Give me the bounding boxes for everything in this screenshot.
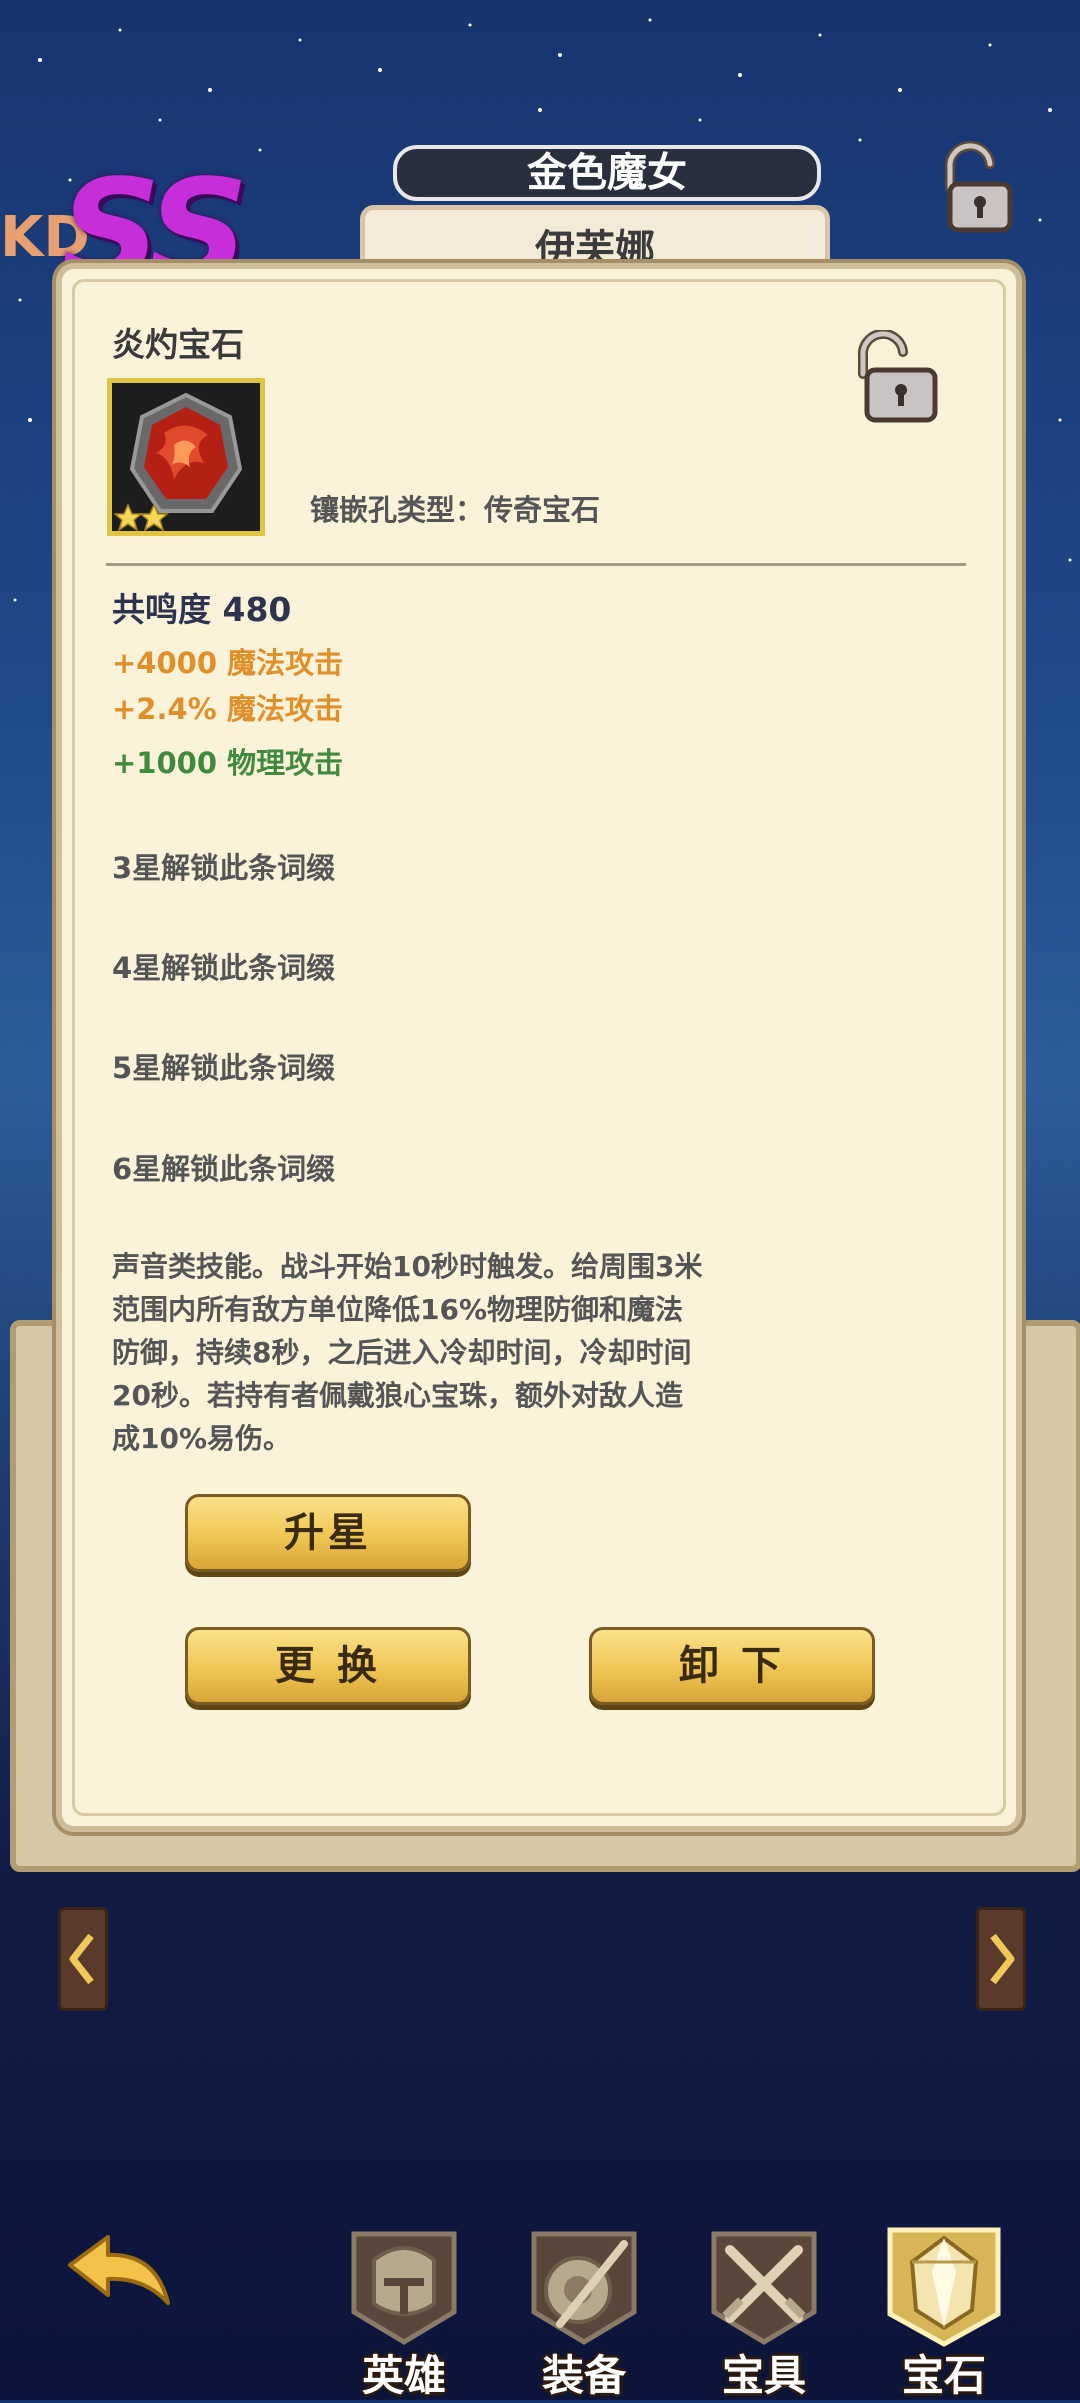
slot-type-label: 镶嵌孔类型：传奇宝石 xyxy=(310,493,601,527)
replace-button[interactable]: 更 换 xyxy=(185,1627,471,1705)
gem-icon xyxy=(887,2227,1001,2347)
back-arrow-icon[interactable] xyxy=(60,2225,180,2315)
hero-title: 金色魔女 xyxy=(393,145,821,201)
description-line: 20秒。若持有者佩戴狼心宝珠，额外对敌人造 xyxy=(112,1379,683,1412)
unlock-icon[interactable] xyxy=(928,140,1018,240)
skill-description: 声音类技能。战斗开始10秒时触发。给周围3米 范围内所有敌方单位降低16%物理防… xyxy=(112,1245,752,1460)
locked-affix-4star: 4星解锁此条词缀 xyxy=(112,951,336,985)
divider xyxy=(106,563,966,566)
locked-affix-5star: 5星解锁此条词缀 xyxy=(112,1051,336,1085)
star-rating-icon xyxy=(114,503,170,532)
previous-arrow-button[interactable] xyxy=(58,1907,108,2011)
shield-sword-icon xyxy=(531,2231,637,2345)
nav-tab-hero[interactable]: 英雄 xyxy=(340,2220,468,2400)
description-line: 范围内所有敌方单位降低16%物理防御和魔法 xyxy=(112,1293,684,1326)
chevron-left-icon xyxy=(69,1933,94,1985)
locked-affix-6star: 6星解锁此条词缀 xyxy=(112,1152,336,1186)
description-line: 防御，持续8秒，之后进入冷却时间，冷却时间 xyxy=(112,1336,692,1369)
chevron-right-icon xyxy=(990,1933,1015,1985)
upgrade-star-button[interactable]: 升星 xyxy=(185,1494,471,1572)
nav-label-gem: 宝石 xyxy=(901,2351,986,2400)
helmet-icon xyxy=(351,2231,457,2345)
nav-tab-treasure[interactable]: 宝具 xyxy=(700,2220,828,2400)
nav-tab-gem[interactable]: 宝石 xyxy=(880,2220,1008,2400)
gem-lock-icon[interactable] xyxy=(845,330,945,426)
attribute-magic-attack-percent: +2.4% 魔法攻击 xyxy=(112,692,343,726)
attribute-physical-attack: +1000 物理攻击 xyxy=(112,746,344,780)
nav-tab-equipment[interactable]: 装备 xyxy=(520,2220,648,2400)
gem-icon xyxy=(107,378,265,536)
resonance-value: 共鸣度 480 xyxy=(112,590,292,629)
gem-name: 炎灼宝石 xyxy=(112,325,244,364)
attribute-magic-attack: +4000 魔法攻击 xyxy=(112,646,344,680)
nav-label-treasure: 宝具 xyxy=(721,2351,806,2400)
nav-label-equipment: 装备 xyxy=(541,2351,626,2400)
unequip-button[interactable]: 卸 下 xyxy=(589,1627,875,1705)
description-line: 声音类技能。战斗开始10秒时触发。给周围3米 xyxy=(112,1250,703,1283)
crossed-swords-icon xyxy=(711,2231,817,2345)
nav-label-hero: 英雄 xyxy=(361,2351,446,2400)
locked-affix-3star: 3星解锁此条词缀 xyxy=(112,851,336,885)
description-line: 成10%易伤。 xyxy=(112,1422,292,1455)
next-arrow-button[interactable] xyxy=(976,1907,1026,2011)
